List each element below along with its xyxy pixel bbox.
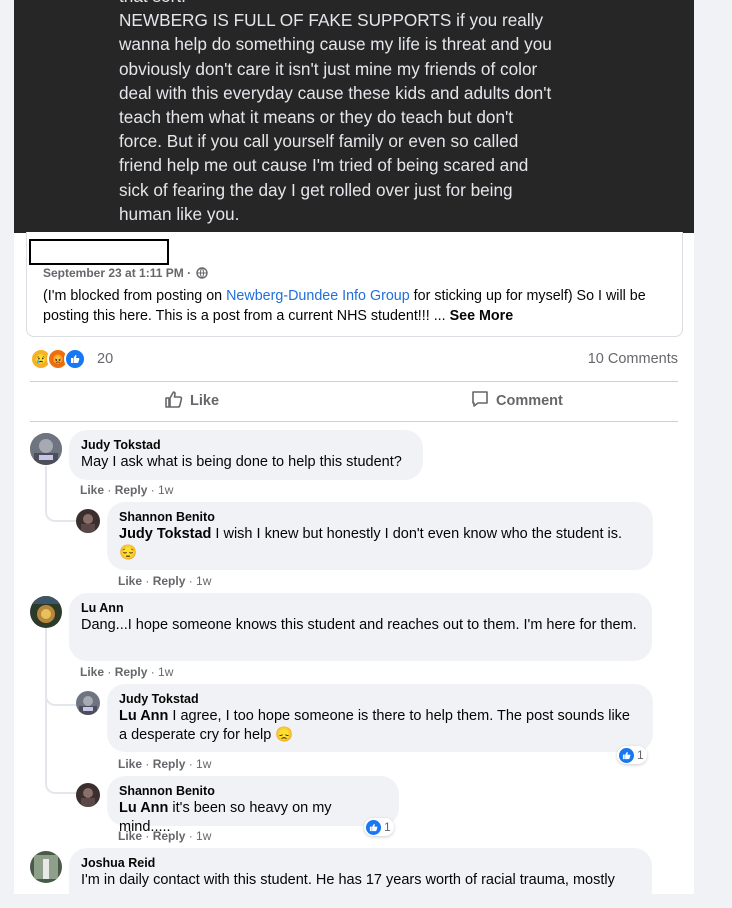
comment-label: Comment [496,393,563,409]
comment-icon [470,389,490,413]
like-reaction-icon [366,819,381,835]
see-more-link[interactable]: See More [450,308,514,324]
comment-like-link[interactable]: Like [80,665,104,679]
comment-time[interactable]: 1w [196,829,211,843]
comment-body: I wish I knew but honestly I don't even … [211,526,622,542]
comment-text: May I ask what is being done to help thi… [81,454,402,470]
comment-reply-link[interactable]: Reply [153,757,186,771]
divider [30,421,678,422]
comment-button[interactable]: Comment [470,388,563,414]
comment-reply-link[interactable]: Reply [115,665,148,679]
post-image[interactable]: that sort. NEWBERG IS FULL OF FAKE SUPPO… [14,0,694,233]
comment-text: I'm in daily contact with this student. … [81,872,615,888]
comment-actions: Like · Reply · 1w [80,665,174,679]
comment-time[interactable]: 1w [196,757,211,771]
comment-author[interactable]: Judy Tokstad [81,438,411,453]
comment-author[interactable]: Judy Tokstad [119,692,641,707]
comment-time[interactable]: 1w [196,574,211,588]
post-timestamp-text: September 23 at 1:11 PM · [43,266,192,280]
comment-text: Lu Ann I agree, I too hope someone is th… [119,707,641,745]
comment-reply-link[interactable]: Reply [115,483,148,497]
like-reaction-icon [619,747,634,763]
mention-link[interactable]: Lu Ann [119,708,168,724]
like-count: 1 [637,748,644,762]
post-timestamp[interactable]: September 23 at 1:11 PM · [43,266,209,282]
like-count: 1 [384,820,391,834]
comment-author[interactable]: Shannon Benito [119,510,641,525]
post-text: (I'm blocked from posting on Newberg-Dun… [43,287,673,326]
comment-author[interactable]: Shannon Benito [119,784,387,799]
comment-actions: Like · Reply · 1w [118,757,212,771]
comment-time[interactable]: 1w [158,483,173,497]
comment-bubble: Judy Tokstad May I ask what is being don… [69,430,423,480]
like-reaction-icon [64,348,86,370]
comment-text: Dang...I hope someone knows this student… [81,617,637,633]
avatar[interactable] [76,509,100,533]
like-button[interactable]: Like [164,388,219,414]
thumbs-up-icon [164,389,184,413]
thread-line [45,700,47,782]
reactions-summary[interactable]: 😢 😡 20 [30,348,113,370]
sad-emoji-icon: 😔 [119,545,138,561]
thread-line [45,690,77,706]
comment-bubble: Shannon Benito Judy Tokstad I wish I kne… [107,502,653,570]
redacted-name [29,239,169,265]
mention-link[interactable]: Judy Tokstad [119,526,211,542]
comment-reply-link[interactable]: Reply [153,574,186,588]
comment-author[interactable]: Lu Ann [81,601,640,616]
thread-line [45,500,77,522]
comment-time[interactable]: 1w [158,665,173,679]
comment-bubble: Lu Ann Dang...I hope someone knows this … [69,593,652,661]
comment-actions: Like · Reply · 1w [118,829,212,843]
comment-like-link[interactable]: Like [80,483,104,497]
reaction-count: 20 [97,351,114,367]
comment-actions: Like · Reply · 1w [80,483,174,497]
like-label: Like [190,393,220,409]
avatar[interactable] [30,596,62,628]
thread-line [45,776,77,794]
post-text-before: (I'm blocked from posting on [43,288,227,304]
comment-like-count[interactable]: 1 [617,746,647,764]
comment-like-link[interactable]: Like [118,829,142,843]
comment-body: I agree, I too hope someone is there to … [119,708,630,743]
image-text: that sort. NEWBERG IS FULL OF FAKE SUPPO… [119,0,552,224]
mention-link[interactable]: Lu Ann [119,800,168,816]
comment-actions: Like · Reply · 1w [118,574,212,588]
comment-like-link[interactable]: Like [118,757,142,771]
globe-icon [196,267,209,282]
comment-bubble: Judy Tokstad Lu Ann I agree, I too hope … [107,684,653,752]
comment-bubble: Shannon Benito Lu Ann it's been so heavy… [107,776,399,835]
comment-like-link[interactable]: Like [118,574,142,588]
avatar[interactable] [76,783,100,807]
comment-text: Judy Tokstad I wish I knew but honestly … [119,525,641,563]
avatar[interactable] [30,433,62,465]
avatar[interactable] [30,851,62,883]
comment-author[interactable]: Joshua Reid [81,856,640,871]
comment-reply-link[interactable]: Reply [153,829,186,843]
group-link[interactable]: Newberg-Dundee Info Group [226,288,410,304]
comment-bubble: Joshua Reid I'm in daily contact with th… [69,848,652,908]
comment-like-count[interactable]: 1 [364,818,394,836]
disappointed-emoji-icon: 😞 [275,727,294,743]
avatar[interactable] [76,691,100,715]
divider [30,381,678,382]
comment-count[interactable]: 10 Comments [588,351,678,367]
